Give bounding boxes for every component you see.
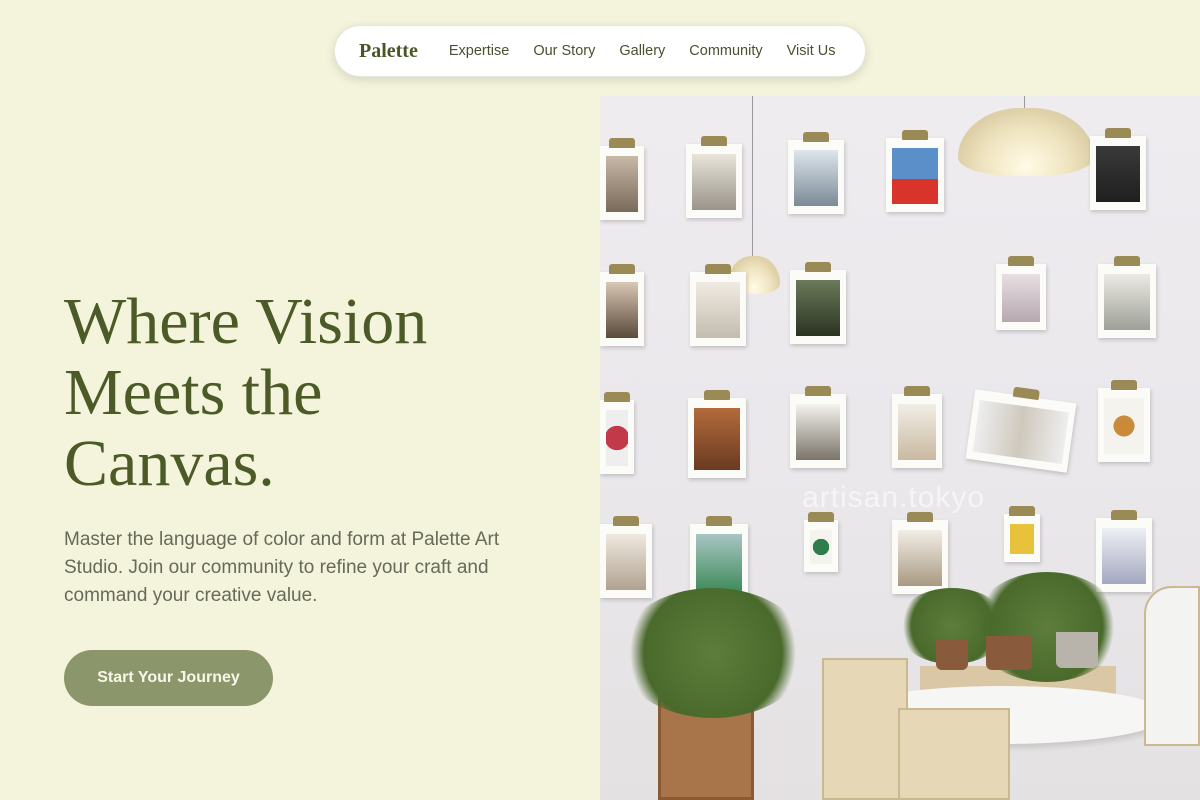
photo-watermark: artisan.tokyo	[802, 481, 986, 514]
clipboard-print	[1098, 256, 1156, 338]
clipboard-print	[892, 512, 948, 594]
plant-pot	[1056, 632, 1098, 668]
clipboard-print	[996, 256, 1046, 330]
wooden-chair	[898, 708, 1010, 800]
start-journey-button[interactable]: Start Your Journey	[64, 650, 273, 706]
clipboard-print	[600, 138, 644, 220]
plant-pot	[986, 636, 1032, 670]
clipboard-print	[1090, 128, 1146, 210]
nav-link-gallery[interactable]: Gallery	[619, 43, 665, 59]
clipboard-print	[788, 132, 844, 214]
pendant-lamp	[958, 108, 1094, 176]
plant-pot	[936, 640, 968, 670]
headline-line-3: Canvas.	[64, 427, 275, 500]
clipboard-print	[686, 136, 742, 218]
clipboard-print	[1098, 380, 1150, 462]
clipboard-print	[886, 130, 944, 212]
open-magazine	[965, 389, 1077, 473]
nav-link-visit-us[interactable]: Visit Us	[787, 43, 836, 59]
clipboard-print	[600, 264, 644, 346]
clipboard-print	[1096, 510, 1152, 592]
clipboard-print	[600, 516, 652, 598]
clipboard-print	[804, 512, 838, 572]
brand-logo[interactable]: Palette	[359, 40, 418, 63]
headline-line-2: Meets the	[64, 356, 323, 429]
top-nav: Palette Expertise Our Story Gallery Comm…	[334, 25, 866, 77]
clipboard-print	[600, 392, 634, 474]
lamp-cord	[1024, 96, 1025, 108]
nav-link-expertise[interactable]: Expertise	[449, 43, 509, 59]
clipboard-print	[790, 262, 846, 344]
hanging-plant	[618, 588, 808, 718]
nav-link-our-story[interactable]: Our Story	[533, 43, 595, 59]
clipboard-print	[790, 386, 846, 468]
nav-link-community[interactable]: Community	[689, 43, 762, 59]
hero-headline: Where Vision Meets the Canvas.	[64, 286, 584, 499]
hero-subtext: Master the language of color and form at…	[64, 529, 500, 606]
clipboard-print	[892, 386, 942, 468]
lamp-cord	[752, 96, 753, 256]
headline-line-1: Where Vision	[64, 285, 428, 358]
wooden-chair	[822, 658, 908, 800]
white-chair	[1144, 586, 1200, 746]
studio-photo: artisan.tokyo	[600, 96, 1200, 800]
clipboard-print	[688, 390, 746, 478]
clipboard-print	[690, 264, 746, 346]
clipboard-print	[1004, 506, 1040, 562]
